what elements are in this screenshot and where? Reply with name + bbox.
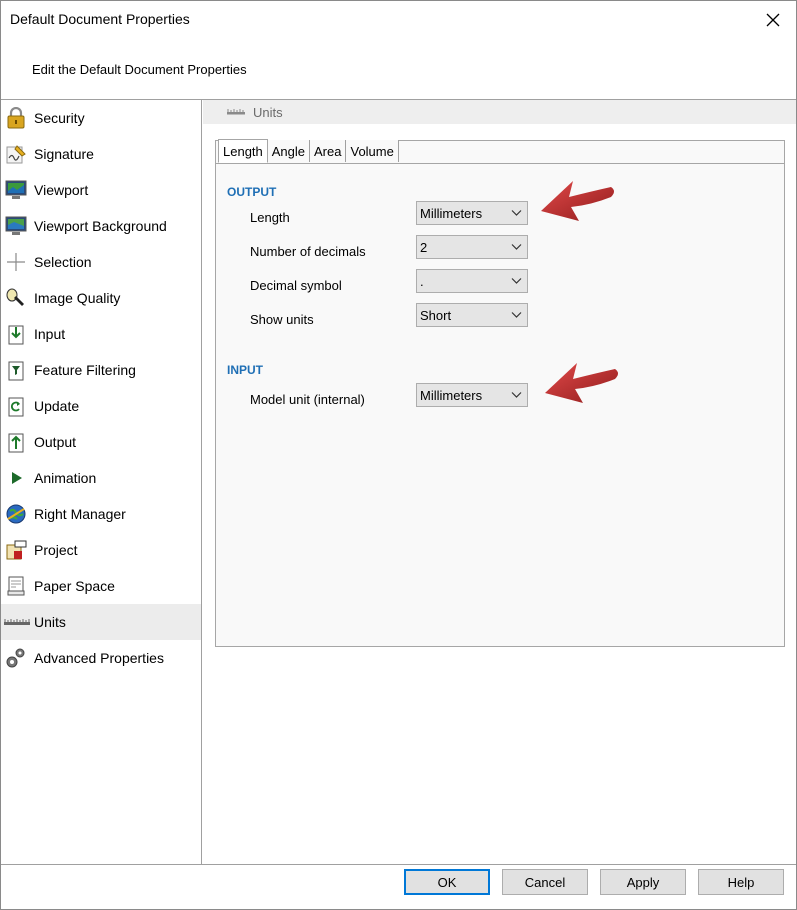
monitor-background-icon	[5, 215, 27, 237]
sidebar-item-security[interactable]: Security	[1, 100, 201, 136]
window-title: Default Document Properties	[10, 11, 190, 27]
sidebar-item-label: Viewport Background	[34, 218, 167, 234]
project-box-icon	[5, 539, 27, 561]
length-unit-select[interactable]: Millimeters	[416, 201, 528, 225]
ruler-icon	[4, 611, 30, 633]
monitor-icon	[5, 179, 27, 201]
sidebar-item-viewport[interactable]: Viewport	[1, 172, 201, 208]
sidebar: Security Signature Viewport Viewport Bac…	[1, 100, 202, 864]
content-pane: Units Length Angle Area Volume OUTPUT Le…	[203, 100, 796, 864]
output-heading: OUTPUT	[227, 185, 277, 199]
sidebar-item-right-manager[interactable]: Right Manager	[1, 496, 201, 532]
decimals-label: Number of decimals	[250, 244, 366, 259]
model-unit-label: Model unit (internal)	[250, 392, 365, 407]
sidebar-item-label: Project	[34, 542, 78, 558]
padlock-icon	[5, 107, 27, 129]
sidebar-item-animation[interactable]: Animation	[1, 460, 201, 496]
tab-strip: Length Angle Area Volume	[218, 139, 399, 163]
tab-area[interactable]: Area	[310, 140, 347, 162]
globe-icon	[5, 503, 27, 525]
sidebar-item-units[interactable]: Units	[1, 604, 201, 640]
decimal-symbol-label: Decimal symbol	[250, 278, 342, 293]
sidebar-item-label: Image Quality	[34, 290, 121, 306]
input-heading: INPUT	[227, 363, 263, 377]
decimal-symbol-value: .	[420, 273, 424, 289]
sidebar-item-label: Units	[34, 614, 66, 630]
document-input-icon	[5, 323, 27, 345]
sidebar-item-label: Selection	[34, 254, 92, 270]
model-unit-select[interactable]: Millimeters	[416, 383, 528, 407]
dialog-subtitle: Edit the Default Document Properties	[32, 62, 247, 77]
sidebar-item-label: Security	[34, 110, 85, 126]
sidebar-item-project[interactable]: Project	[1, 532, 201, 568]
sidebar-item-label: Right Manager	[34, 506, 126, 522]
sidebar-item-paper-space[interactable]: Paper Space	[1, 568, 201, 604]
sidebar-item-label: Advanced Properties	[34, 650, 164, 666]
annotation-arrow-icon	[545, 363, 618, 403]
apply-button[interactable]: Apply	[600, 869, 686, 895]
close-button[interactable]	[758, 5, 788, 35]
dialog-window: Default Document Properties Edit the Def…	[0, 0, 797, 910]
length-label: Length	[250, 210, 290, 225]
chevron-down-icon	[511, 244, 522, 250]
decimals-value: 2	[420, 239, 428, 255]
tab-volume[interactable]: Volume	[346, 140, 399, 162]
flashlight-icon	[5, 287, 27, 309]
chevron-down-icon	[511, 210, 522, 216]
crosshair-icon	[5, 251, 27, 273]
sidebar-item-update[interactable]: Update	[1, 388, 201, 424]
play-icon	[5, 467, 27, 489]
sidebar-item-label: Signature	[34, 146, 94, 162]
decimal-symbol-select[interactable]: .	[416, 269, 528, 293]
cancel-button[interactable]: Cancel	[502, 869, 588, 895]
document-update-icon	[5, 395, 27, 417]
tab-angle[interactable]: Angle	[267, 140, 311, 162]
units-tab-panel: Length Angle Area Volume OUTPUT Length M…	[215, 139, 785, 647]
show-units-label: Show units	[250, 312, 314, 327]
document-output-icon	[5, 431, 27, 453]
signature-icon	[5, 143, 27, 165]
sidebar-item-feature-filtering[interactable]: Feature Filtering	[1, 352, 201, 388]
ruler-icon	[227, 103, 245, 121]
sidebar-item-label: Update	[34, 398, 80, 414]
sidebar-item-label: Feature Filtering	[34, 362, 136, 378]
help-button[interactable]: Help	[698, 869, 784, 895]
show-units-select[interactable]: Short	[416, 303, 528, 327]
tab-length[interactable]: Length	[218, 139, 268, 163]
close-icon	[766, 13, 780, 27]
paper-sheet-icon	[5, 575, 27, 597]
sidebar-item-label: Animation	[34, 470, 97, 486]
sidebar-item-output[interactable]: Output	[1, 424, 201, 460]
gears-icon	[5, 647, 27, 669]
sidebar-item-viewport-background[interactable]: Viewport Background	[1, 208, 201, 244]
section-title: Units	[253, 104, 283, 120]
sidebar-item-image-quality[interactable]: Image Quality	[1, 280, 201, 316]
title-bar: Default Document Properties	[1, 1, 796, 39]
sidebar-item-label: Input	[34, 326, 66, 342]
sidebar-item-input[interactable]: Input	[1, 316, 201, 352]
chevron-down-icon	[511, 392, 522, 398]
document-filter-icon	[5, 359, 27, 381]
sidebar-item-label: Viewport	[34, 182, 89, 198]
sidebar-item-label: Paper Space	[34, 578, 115, 594]
chevron-down-icon	[511, 312, 522, 318]
annotation-arrow-icon	[541, 181, 614, 221]
sidebar-item-label: Output	[34, 434, 77, 450]
length-unit-value: Millimeters	[420, 205, 483, 221]
sidebar-item-signature[interactable]: Signature	[1, 136, 201, 172]
footer-divider	[1, 864, 796, 865]
model-unit-value: Millimeters	[420, 387, 483, 403]
sidebar-item-selection[interactable]: Selection	[1, 244, 201, 280]
sidebar-item-advanced-properties[interactable]: Advanced Properties	[1, 640, 201, 676]
decimals-select[interactable]: 2	[416, 235, 528, 259]
section-header: Units	[203, 100, 796, 124]
ok-button[interactable]: OK	[404, 869, 490, 895]
show-units-value: Short	[420, 307, 452, 323]
tab-strip-line	[216, 163, 784, 164]
chevron-down-icon	[511, 278, 522, 284]
